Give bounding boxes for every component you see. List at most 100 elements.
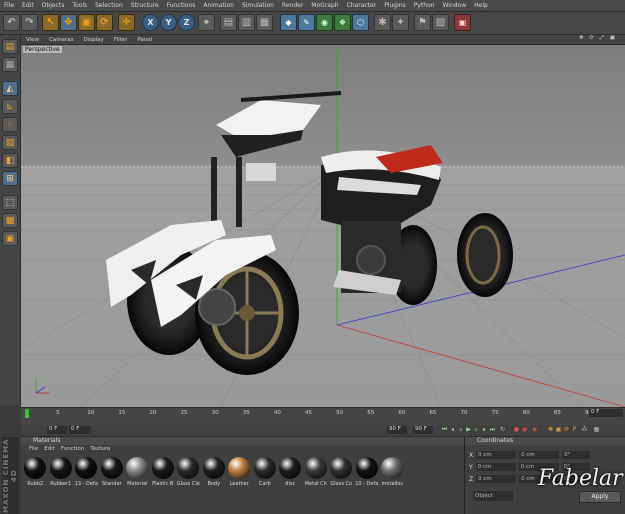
render-view-icon[interactable]: ▤ <box>220 14 237 31</box>
deformer-icon[interactable]: ⬡ <box>352 14 369 31</box>
scene-floor-icon[interactable]: ✱ <box>374 14 391 31</box>
redo-icon[interactable]: ↷ <box>21 14 38 31</box>
nurbs-icon[interactable]: ◉ <box>316 14 333 31</box>
render-picture-viewer-icon[interactable]: ▥ <box>238 14 255 31</box>
menu-mograph[interactable]: MoGraph <box>307 2 342 9</box>
preview-start-field[interactable]: 0 F <box>69 426 91 434</box>
coord-y-position[interactable]: 0 cm <box>475 463 516 471</box>
model-mode-icon[interactable]: ◭ <box>2 81 18 96</box>
loop-icon[interactable]: ↻ <box>499 426 506 434</box>
current-frame-field[interactable]: 0 F <box>589 409 623 417</box>
viewport-menu-cameras[interactable]: Cameras <box>44 37 78 43</box>
material-swatch[interactable]: Body <box>202 457 227 494</box>
goto-end-icon[interactable]: ⏭ <box>489 426 496 434</box>
perspective-viewport[interactable]: Perspective <box>21 45 625 407</box>
undo-icon[interactable]: ↶ <box>3 14 20 31</box>
menu-help[interactable]: Help <box>470 2 492 9</box>
light-icon[interactable]: ▨ <box>432 14 449 31</box>
array-icon[interactable]: ❖ <box>334 14 351 31</box>
scale-tool-icon[interactable]: ▣ <box>78 14 95 31</box>
viewport-menu-display[interactable]: Display <box>79 37 109 43</box>
prev-key-icon[interactable]: ◂ <box>449 426 456 434</box>
coord-x-size[interactable]: 0 cm <box>519 451 560 459</box>
make-editable-icon[interactable]: ▤ <box>2 39 18 54</box>
axis-x-button[interactable]: X <box>142 14 159 31</box>
timeline-settings-icon[interactable]: ▦ <box>593 426 600 434</box>
material-swatch[interactable]: Material <box>125 457 150 494</box>
live-selection-icon[interactable]: ↖ <box>42 14 59 31</box>
key-position-icon[interactable]: ✥ <box>547 426 554 434</box>
menu-tools[interactable]: Tools <box>68 2 91 9</box>
menu-animation[interactable]: Animation <box>199 2 238 9</box>
material-swatch[interactable]: 13 - Defa <box>74 457 99 494</box>
camera-icon[interactable]: ⚑ <box>414 14 431 31</box>
move-tool-icon[interactable]: ✥ <box>60 14 77 31</box>
menu-structure[interactable]: Structure <box>127 2 163 9</box>
auto-key-icon[interactable]: ◉ <box>521 426 528 434</box>
key-pla-icon[interactable]: ⁂ <box>581 426 588 434</box>
material-swatch[interactable]: metallos <box>380 457 405 494</box>
menu-objects[interactable]: Objects <box>38 2 69 9</box>
record-icon[interactable]: ● <box>513 426 520 434</box>
last-tool-icon[interactable]: ✛ <box>118 14 135 31</box>
timeline-ruler[interactable]: 051015202530354045505560657075808590 <box>25 409 599 418</box>
apply-button[interactable]: Apply <box>579 491 621 503</box>
start-frame-field[interactable]: 0 F <box>47 426 67 434</box>
viewport-menu-filter[interactable]: Filter <box>109 37 133 43</box>
coord-h-rotation[interactable]: 0° <box>562 451 591 459</box>
material-swatch[interactable]: Rubb2 <box>23 457 48 494</box>
viewport-menu-view[interactable]: View <box>21 37 44 43</box>
material-swatch[interactable]: Glass Cle <box>176 457 201 494</box>
coordinate-mode-select[interactable]: Object <box>473 491 513 501</box>
material-menu-function[interactable]: Function <box>61 445 84 453</box>
coord-x-position[interactable]: 0 cm <box>476 451 517 459</box>
keyframe-selection-icon[interactable]: ◈ <box>531 426 538 434</box>
material-swatch[interactable]: Plastic B <box>151 457 176 494</box>
viewport-nav-icons[interactable]: ✥ ⟳ ⤢ ▣ <box>574 35 622 42</box>
material-swatch[interactable]: Carb <box>253 457 278 494</box>
material-menu-texture[interactable]: Texture <box>90 445 110 453</box>
rotate-tool-icon[interactable]: ⟳ <box>96 14 113 31</box>
prev-frame-icon[interactable]: ◃ <box>457 426 464 434</box>
material-swatch[interactable]: Standar <box>100 457 125 494</box>
edge-mode-icon[interactable]: ▧ <box>2 135 18 150</box>
material-swatch[interactable]: Metal Ch <box>304 457 329 494</box>
material-swatch[interactable]: disc <box>278 457 303 494</box>
material-swatch[interactable]: Leather <box>227 457 252 494</box>
key-rotation-icon[interactable]: ⟳ <box>563 426 570 434</box>
coord-z-position[interactable]: 0 cm <box>476 475 517 483</box>
material-swatch[interactable]: Glass Co <box>329 457 354 494</box>
cube-object-icon[interactable]: ◆ <box>280 14 297 31</box>
menu-simulation[interactable]: Simulation <box>238 2 278 9</box>
axis-y-button[interactable]: Y <box>160 14 177 31</box>
render-region-icon[interactable]: ▣ <box>454 14 471 31</box>
goto-start-icon[interactable]: ⏮ <box>441 426 448 434</box>
play-icon[interactable]: ▶ <box>465 426 472 434</box>
workplane-icon[interactable]: ▩ <box>2 213 18 228</box>
menu-selection[interactable]: Selection <box>91 2 127 9</box>
timeline-playhead[interactable] <box>25 409 29 418</box>
menu-render[interactable]: Render <box>278 2 307 9</box>
menu-functions[interactable]: Functions <box>163 2 200 9</box>
material-swatch[interactable]: Rubber1 <box>49 457 74 494</box>
snap-icon[interactable]: ⬚ <box>2 195 18 210</box>
preview-end-field[interactable]: 90 F <box>387 426 407 434</box>
next-key-icon[interactable]: ▸ <box>481 426 488 434</box>
render-settings-icon[interactable]: ▦ <box>256 14 273 31</box>
menu-window[interactable]: Window <box>439 2 471 9</box>
material-swatch[interactable]: 10 - Defa <box>355 457 380 494</box>
coordinate-system-icon[interactable]: ⌖ <box>198 14 215 31</box>
menu-edit[interactable]: Edit <box>18 2 38 9</box>
next-frame-icon[interactable]: ▹ <box>473 426 480 434</box>
spline-pen-icon[interactable]: ✎ <box>298 14 315 31</box>
menu-file[interactable]: File <box>0 2 18 9</box>
material-menu-file[interactable]: File <box>29 445 38 453</box>
texture-mode-icon[interactable]: ▦ <box>2 57 18 72</box>
key-parameter-icon[interactable]: P <box>571 426 578 434</box>
axis-z-button[interactable]: Z <box>178 14 195 31</box>
environment-icon[interactable]: ✦ <box>392 14 409 31</box>
point-mode-icon[interactable]: ⁘ <box>2 117 18 132</box>
end-frame-field[interactable]: 90 F <box>413 426 433 434</box>
polygon-mode-icon[interactable]: ◧ <box>2 153 18 168</box>
menu-python[interactable]: Python <box>410 2 439 9</box>
